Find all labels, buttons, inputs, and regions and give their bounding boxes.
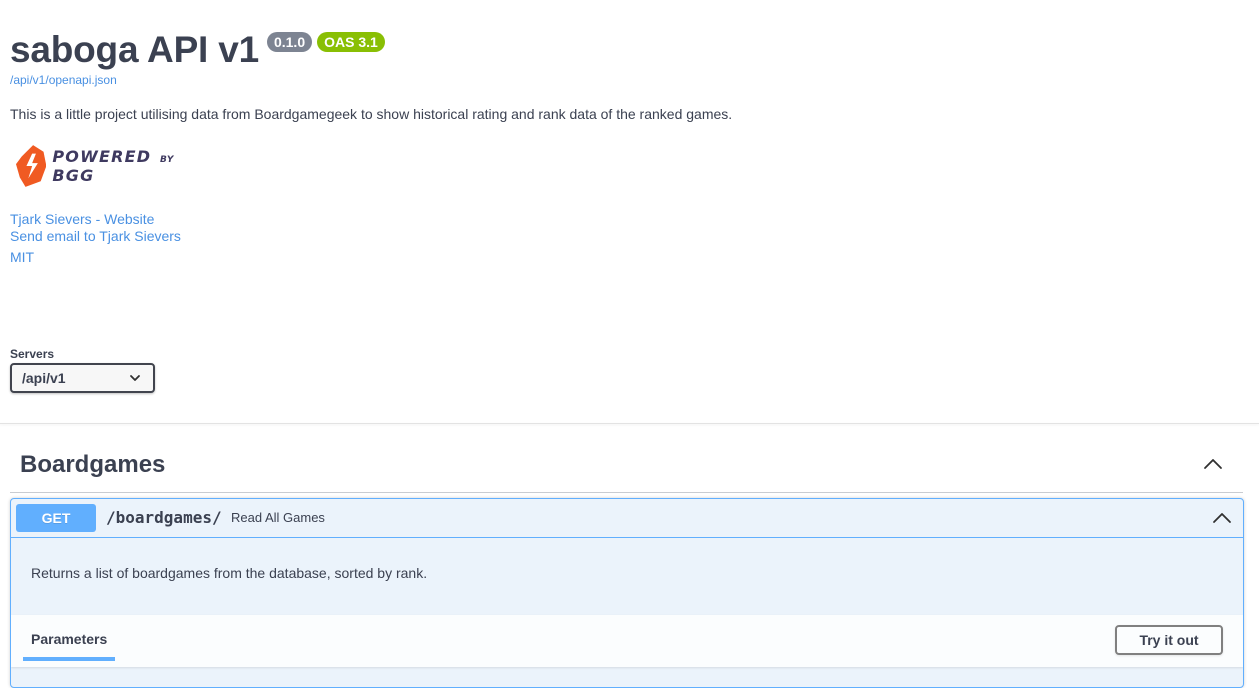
logo-text-powered: POWERED (52, 147, 152, 166)
license-link[interactable]: MIT (10, 249, 34, 266)
logo-text-by: BY (160, 155, 174, 165)
title-row: saboga API v1 0.1.0 OAS 3.1 (10, 28, 385, 72)
servers-label: Servers (10, 347, 55, 361)
tab-parameters[interactable]: Parameters (31, 631, 107, 647)
page-title: saboga API v1 (10, 29, 259, 70)
contact-email-link[interactable]: Send email to Tjark Sievers (10, 228, 181, 245)
powered-by-bgg-logo: POWERED BY BGG (16, 143, 216, 189)
chevron-up-icon[interactable] (1203, 456, 1223, 472)
servers-selected-value: /api/v1 (22, 370, 66, 386)
operation-path: /boardgames/ (106, 508, 222, 527)
api-description: This is a little project utilising data … (10, 106, 733, 122)
bgg-flame-logo-icon (16, 145, 47, 187)
contact-website-link[interactable]: Tjark Sievers - Website (10, 211, 154, 228)
tag-header-boardgames[interactable]: Boardgames (10, 440, 1243, 493)
chevron-down-icon (130, 375, 140, 381)
operation-description: Returns a list of boardgames from the da… (31, 565, 428, 581)
oas-badge: OAS 3.1 (317, 32, 385, 52)
tag-title: Boardgames (20, 451, 166, 478)
operation-summary[interactable]: GET /boardgames/ Read All Games (11, 499, 1243, 538)
tab-active-indicator (23, 657, 115, 661)
http-method-badge: GET (16, 504, 96, 532)
try-it-out-button[interactable]: Try it out (1115, 625, 1223, 655)
version-badge: 0.1.0 (266, 32, 313, 52)
chevron-up-icon[interactable] (1212, 510, 1232, 526)
section-divider (0, 423, 1259, 424)
logo-text-brand: BGG (52, 166, 95, 185)
parameters-header: Parameters Try it out (11, 615, 1243, 667)
operation-summary-text: Read All Games (231, 510, 325, 525)
servers-select[interactable]: /api/v1 (10, 363, 155, 393)
operation-block-get-boardgames: GET /boardgames/ Read All Games Returns … (10, 498, 1244, 688)
logo-text: POWERED BY BGG (52, 147, 216, 185)
openapi-spec-link[interactable]: /api/v1/openapi.json (10, 72, 117, 88)
